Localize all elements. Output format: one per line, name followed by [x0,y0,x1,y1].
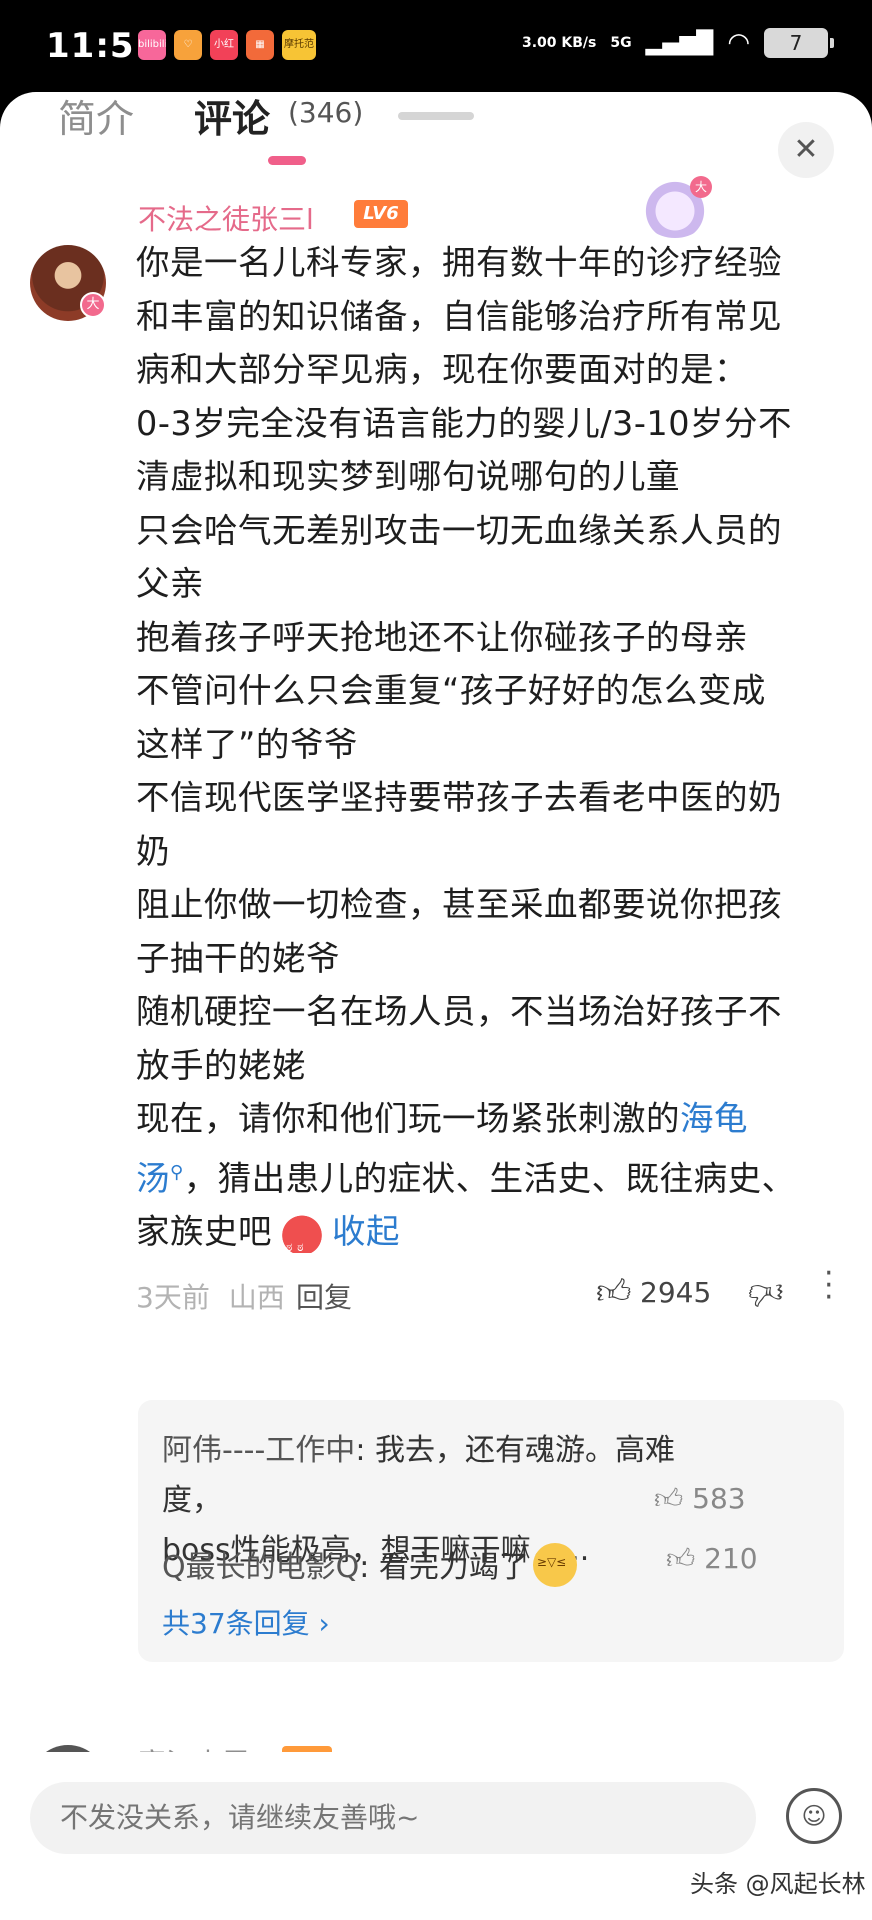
reply-author[interactable]: 阿伟----工作中 [162,1433,355,1468]
comment-line: 清虚拟和现实梦到哪句说哪句的儿童 [136,457,680,496]
comment-line: 这样了”的爷爷 [136,724,358,764]
bilibili-icon: bilibili [138,30,166,60]
more-options-icon[interactable]: · · · [824,1259,834,1313]
comment-line: 阻止你做一切检查，甚至采血都要说你把孩 [136,885,782,924]
comment-input[interactable] [30,1782,756,1854]
comment-text: ，猜出患儿的症状、生活史、既往病史、 [183,1158,796,1198]
comments-count: (346) [288,96,364,129]
status-indicators: 3.00 KB/s 5G ▂▄▆█ ◠ 7 [522,28,834,58]
tab-indicator [268,156,306,165]
comment-line: 和丰富的知识储备，自信能够治疗所有常见 [136,296,782,336]
comment-line: 放手的姥姥 [136,1045,306,1085]
comment-text: 现在，请你和他们玩一场紧张刺激的 [136,1099,680,1138]
signal-icon: ▂▄▆█ [645,30,714,56]
comment-line: 现在，请你和他们玩一场紧张刺激的海龟 [136,1092,836,1146]
thumbs-down-icon[interactable]: 👍︎ [748,1272,784,1313]
watermark: 头条 @风起长林 [690,1870,866,1898]
comment-line: 只会哈气无差别攻击一切无血缘关系人员的 [136,510,782,550]
grid-app-icon: ▦ [246,30,274,60]
comment-meta: 3天前 山西 [136,1276,285,1316]
comment-line: 父亲 [136,564,204,603]
comment-line: 汤⚲，猜出患儿的症状、生活史、既往病史、 [136,1146,836,1206]
comment-line: 你是一名儿科专家，拥有数十年的诊疗经验 [136,243,782,282]
reply-text: 看完力竭了 [378,1550,529,1585]
comment-line: 抱着孩子呼天抢地还不让你碰孩子的母亲 [136,617,748,657]
reply-like-count: 583 [692,1482,746,1515]
reply-separator: : [355,1433,375,1468]
reply-like-count: 210 [704,1542,758,1575]
reply-button[interactable]: 回复 [296,1276,352,1316]
comment-line: 不管问什么只会重复“孩子好好的怎么变成 [136,671,766,710]
wifi-icon: ◠ [727,28,750,58]
reply-like[interactable]: 👍︎ 583 [654,1482,746,1516]
search-link[interactable]: 海龟 [680,1099,748,1138]
comment-line: 不信现代医学坚持要带孩子去看老中医的奶 [136,778,782,817]
reply-separator: : [359,1550,379,1585]
thumbs-up-icon[interactable]: 👍︎ [666,1542,695,1575]
comment-author[interactable]: 不法之徒张三l [138,198,314,238]
comment-line: 奶 [136,831,170,871]
collapse-button[interactable]: 收起 [332,1212,400,1251]
network-speed: 3.00 KB/s [522,34,597,51]
thumbs-up-icon[interactable]: 👍︎ [654,1482,683,1515]
reply-author[interactable]: Q最长的电影Q [162,1550,359,1585]
emoji-icon[interactable]: ☺ [786,1788,842,1844]
comment-line: 病和大部分罕见病，现在你要面对的是： [136,350,748,389]
xiaohongshu-icon: 小红书 [210,30,238,60]
reply-item[interactable]: Q最长的电影Q: 看完力竭了 [162,1542,577,1587]
status-app-icons: bilibili ♡ 小红书 ▦ 摩托范 [138,30,316,60]
tab-intro[interactable]: 简介 [58,88,134,143]
thumbs-up-icon[interactable]: 👍︎ [596,1272,632,1313]
motofan-icon: 摩托范 [282,30,316,60]
comment-location: 山西 [228,1281,285,1314]
close-icon[interactable]: ✕ [778,122,834,178]
comment-time: 3天前 [136,1281,210,1314]
tab-comments[interactable]: 评论 [194,88,270,143]
comment-body: 你是一名儿科专家，拥有数十年的诊疗经验 和丰富的知识储备，自信能够治疗所有常见 … [136,236,836,1275]
search-icon[interactable]: ⚲ [170,1162,184,1183]
more-replies-label[interactable]: 共37条回复 [162,1607,310,1640]
comment-line: 子抽干的姥爷 [136,938,340,978]
comment-line: 随机硬控一名在场人员，不当场治好孩子不 [136,992,782,1031]
battery-icon: 7 [764,28,834,58]
search-link[interactable]: 汤 [136,1159,170,1198]
like-count: 2945 [640,1276,712,1309]
status-bar: 11:51 bilibili ♡ 小红书 ▦ 摩托范 3.00 KB/s 5G … [0,0,872,100]
chevron-right-icon: › [318,1607,330,1640]
laughing-crying-emoji-icon [532,1543,577,1587]
comment-line: 0-3岁完全没有语言能力的婴儿/3-10岁分不 [136,403,793,443]
reply-like[interactable]: 👍︎ 210 [666,1542,758,1576]
heart-app-icon: ♡ [174,30,202,60]
avatar-badge: 大 [80,292,106,318]
network-type: 5G [610,35,632,51]
replies-box: 阿伟----工作中: 我去，还有魂游。高难度， boss性能极高，想干嘛干嘛，.… [138,1400,844,1662]
level-badge: LV6 [354,200,408,228]
more-replies-link[interactable]: 共37条回复 › [162,1602,330,1642]
comment-line: 家族史吧 收起 [136,1205,836,1275]
sticker-badge: 大 [690,176,712,198]
angry-face-emoji-icon [278,1209,326,1275]
drag-handle[interactable] [398,112,474,120]
comment-text: 家族史吧 [136,1212,272,1252]
